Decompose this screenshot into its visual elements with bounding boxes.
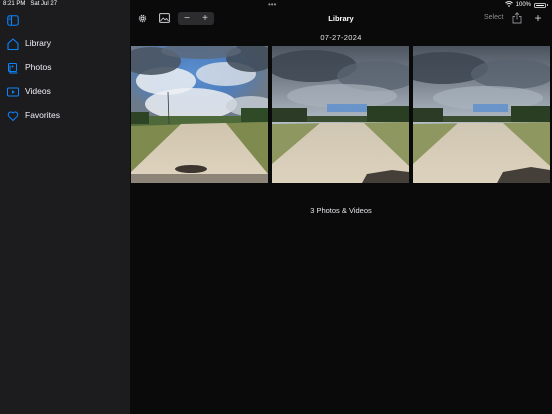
add-button[interactable]: +: [531, 11, 545, 25]
sidebar-item-label: Library: [25, 38, 51, 48]
sidebar-nav: Library Photos Videos Favorites: [0, 32, 130, 128]
status-time: 8:21 PM: [3, 1, 26, 7]
item-count: 3 Photos & Videos: [310, 206, 372, 215]
share-icon[interactable]: [510, 11, 524, 25]
date-header: 07-27-2024: [320, 33, 362, 42]
select-button[interactable]: Select: [484, 14, 503, 21]
videos-icon: [6, 85, 20, 99]
sidebar: 8:21 PM Sat Jul 27 Library Photos Videos…: [0, 0, 130, 414]
sidebar-item-library[interactable]: Library: [0, 32, 130, 56]
toolbar: − + Library Select +: [130, 10, 552, 28]
photo-thumbnail[interactable]: [131, 46, 268, 183]
battery-tip: [547, 4, 548, 6]
wifi-icon: [504, 1, 513, 9]
sidebar-item-photos[interactable]: Photos: [0, 56, 130, 80]
heart-icon: [6, 109, 20, 123]
sidebar-item-videos[interactable]: Videos: [0, 80, 130, 104]
sidebar-toggle-icon[interactable]: [7, 13, 19, 26]
battery-icon: [534, 2, 546, 8]
status-bar-right: 100%: [504, 1, 548, 9]
battery-percent: 100%: [515, 2, 531, 8]
photos-icon: [6, 61, 20, 75]
status-bar-left: 8:21 PM Sat Jul 27: [3, 1, 57, 7]
multitasking-dots[interactable]: •••: [268, 0, 276, 9]
sidebar-item-label: Photos: [25, 62, 52, 72]
sidebar-item-label: Favorites: [25, 110, 60, 120]
sidebar-item-favorites[interactable]: Favorites: [0, 104, 130, 128]
main-content: ••• 100% − + Library Select + 07-27-2024…: [130, 0, 552, 414]
photo-thumbnail[interactable]: [272, 46, 409, 183]
sidebar-item-label: Videos: [25, 86, 51, 96]
library-icon: [6, 37, 20, 51]
photo-thumbnail[interactable]: [413, 46, 550, 183]
status-date: Sat Jul 27: [30, 1, 58, 7]
